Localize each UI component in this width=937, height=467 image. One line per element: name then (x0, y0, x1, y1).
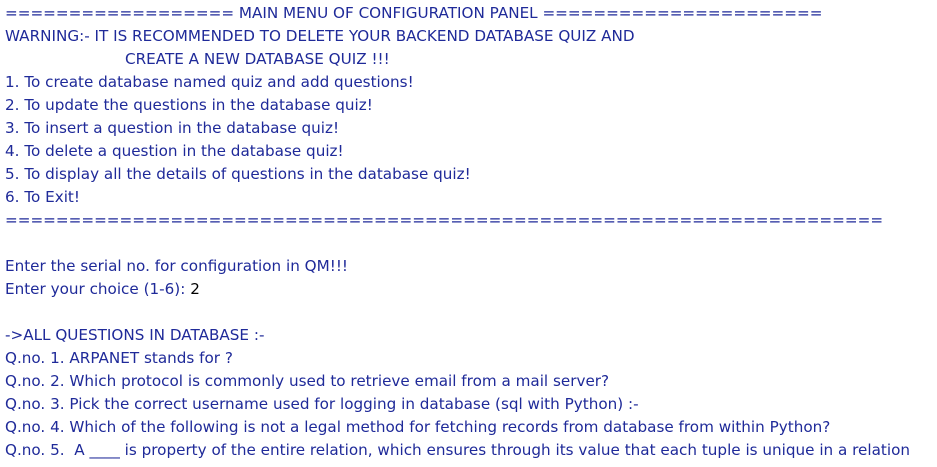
question-item-2: Q.no. 2. Which protocol is commonly used… (5, 372, 610, 390)
question-item-4: Q.no. 4. Which of the following is not a… (5, 418, 831, 436)
menu-option-3: 3. To insert a question in the database … (5, 119, 340, 137)
menu-header: ================== MAIN MENU OF CONFIGUR… (5, 4, 823, 22)
menu-option-4: 4. To delete a question in the database … (5, 142, 344, 160)
choice-prompt: Enter your choice (1-6): (5, 280, 191, 298)
menu-option-1: 1. To create database named quiz and add… (5, 73, 414, 91)
warning-line-1: WARNING:- IT IS RECOMMENDED TO DELETE YO… (5, 27, 635, 45)
choice-input[interactable]: 2 (190, 280, 200, 298)
question-item-3: Q.no. 3. Pick the correct username used … (5, 395, 639, 413)
menu-option-6: 6. To Exit! (5, 188, 80, 206)
menu-option-2: 2. To update the questions in the databa… (5, 96, 373, 114)
console-output[interactable]: ================== MAIN MENU OF CONFIGUR… (5, 2, 935, 467)
serial-prompt: Enter the serial no. for configuration i… (5, 257, 349, 275)
warning-line-2: CREATE A NEW DATABASE QUIZ !!! (125, 50, 390, 68)
menu-footer: ========================================… (5, 211, 884, 229)
choice-line: Enter your choice (1-6): 2 (5, 278, 935, 301)
question-item-5: Q.no. 5. A ____ is property of the entir… (5, 441, 911, 459)
questions-heading: ->ALL QUESTIONS IN DATABASE :- (5, 326, 265, 344)
menu-option-5: 5. To display all the details of questio… (5, 165, 471, 183)
question-item-1: Q.no. 1. ARPANET stands for ? (5, 349, 233, 367)
